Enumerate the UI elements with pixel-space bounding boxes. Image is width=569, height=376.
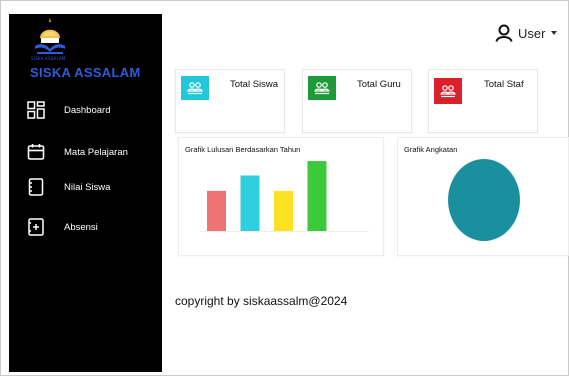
users-icon: [181, 76, 209, 100]
card-title: Total Staf: [484, 79, 524, 90]
bar-mark: [207, 190, 226, 231]
bar-chart: [199, 161, 369, 232]
sidebar-item-nilai-siswa[interactable]: Nilai Siswa: [27, 176, 157, 198]
user-icon: [495, 24, 513, 42]
chevron-down-icon: [551, 31, 558, 35]
pie-slice: [448, 159, 520, 241]
users-icon: [308, 76, 336, 100]
sidebar-item-dashboard[interactable]: Dashboard: [27, 99, 157, 121]
add-box-icon: [28, 218, 44, 236]
card-title: Total Siswa: [230, 79, 279, 90]
stat-card-total-siswa: Total Siswa: [175, 69, 285, 133]
sidebar-item-label: Mata Pelajaran: [64, 146, 128, 158]
stat-card-total-staf: Total Staf: [428, 69, 538, 133]
pie-chart: [448, 159, 520, 241]
card-title: Total Guru: [357, 79, 401, 90]
sidebar: SISKA ASSALAM SISKA ASSALAM Dashboard Ma…: [9, 14, 162, 372]
sidebar-item-label: Dashboard: [64, 104, 111, 116]
sidebar-item-absensi[interactable]: Absensi: [27, 216, 157, 238]
bar-mark: [307, 161, 327, 231]
sidebar-item-label: Absensi: [64, 221, 98, 233]
mosque-logo-icon: [35, 18, 65, 54]
user-label: User: [518, 25, 546, 41]
stat-card-total-guru: Total Guru: [302, 69, 412, 133]
bar-mark: [240, 175, 260, 231]
document-icon: [28, 178, 44, 196]
logo-caption: SISKA ASSALAM: [31, 56, 66, 61]
footer-copyright: copyright by siskaassalm@2024: [175, 294, 348, 308]
user-menu[interactable]: User: [495, 24, 558, 42]
brand-title: SISKA ASSALAM: [30, 65, 141, 80]
users-icon: [434, 78, 462, 104]
sidebar-item-label: Nilai Siswa: [64, 181, 111, 193]
calendar-icon: [27, 144, 45, 160]
bar-chart-panel: Grafik Lulusan Berdasarkan Tahun: [178, 137, 384, 256]
pie-chart-panel: Grafik Angkatan: [397, 137, 569, 256]
dashboard-icon: [27, 101, 45, 119]
sidebar-item-mata-pelajaran[interactable]: Mata Pelajaran: [27, 141, 157, 163]
bar-mark: [274, 190, 293, 231]
